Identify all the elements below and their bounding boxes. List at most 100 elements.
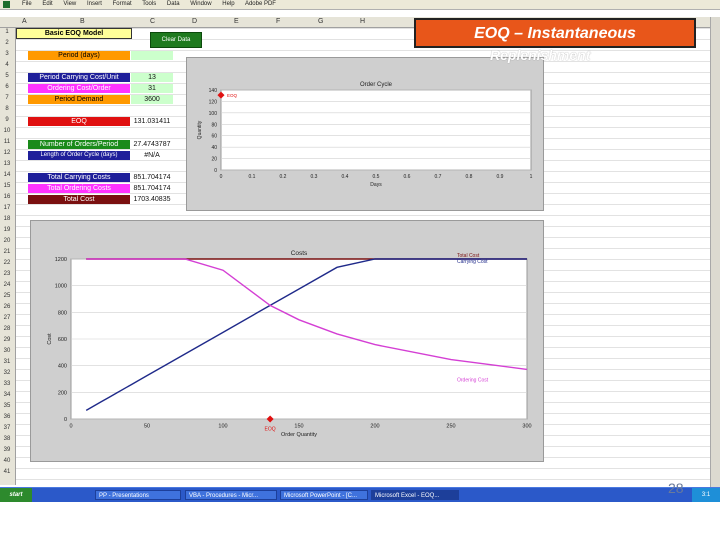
costs-chart: 0 200 400 600 800 1000 1200 0 50 100 150 200 250 300 C… [47, 250, 532, 438]
row-header[interactable]: 24 [0, 282, 14, 288]
row-header[interactable]: 15 [0, 183, 14, 189]
row-header[interactable]: 17 [0, 205, 14, 211]
row-header[interactable]: 34 [0, 392, 14, 398]
menu-insert[interactable]: Insert [87, 1, 102, 7]
x-tick-label: 100 [218, 424, 227, 430]
x-tick-label: 0 [220, 174, 223, 180]
row-header[interactable]: 21 [0, 249, 14, 255]
row-header[interactable]: 5 [0, 73, 14, 79]
row-header[interactable]: 22 [0, 260, 14, 266]
row-header[interactable]: 12 [0, 150, 14, 156]
row-header[interactable]: 39 [0, 447, 14, 453]
row-header[interactable]: 10 [0, 128, 14, 134]
y-tick-label: 80 [211, 122, 217, 128]
carrying-label: Period Carrying Cost/Unit [28, 73, 130, 82]
x-tick-label: 0.5 [373, 174, 380, 180]
order-cycle-chart-panel[interactable]: 0 20 40 60 80 100 120 140 0 0.1 0.2 0.3 0.4 0.5 0.6 0.7… [186, 57, 544, 211]
period-value[interactable] [131, 51, 173, 60]
row-header[interactable]: 9 [0, 117, 14, 123]
row-header[interactable]: 38 [0, 436, 14, 442]
menu-view[interactable]: View [63, 1, 76, 7]
column-header-a[interactable]: A [22, 18, 27, 25]
column-header-c[interactable]: C [150, 18, 155, 25]
row-header[interactable]: 16 [0, 194, 14, 200]
x-tick-label: 0.6 [404, 174, 411, 180]
row-header[interactable]: 41 [0, 469, 14, 475]
row-header[interactable]: 30 [0, 348, 14, 354]
row-header[interactable]: 2 [0, 40, 14, 46]
row-header[interactable]: 32 [0, 370, 14, 376]
column-header-b[interactable]: B [80, 18, 85, 25]
row-header[interactable]: 3 [0, 51, 14, 57]
menu-help[interactable]: Help [222, 1, 234, 7]
slide-number: 28 [668, 480, 684, 496]
order-cycle-chart: 0 20 40 60 80 100 120 140 0 0.1 0.2 0.3 0.4 0.5 0.6 0.7… [197, 82, 533, 188]
demand-value[interactable]: 3600 [131, 95, 173, 104]
taskbar-item-vba[interactable]: VBA - Procedures - Micr... [185, 490, 277, 500]
chart-title: Order Cycle [360, 82, 393, 88]
menu-tools[interactable]: Tools [142, 1, 156, 7]
ordering-value[interactable]: 31 [131, 84, 173, 93]
row-header[interactable]: 35 [0, 403, 14, 409]
row-header[interactable]: 26 [0, 304, 14, 310]
menu-format[interactable]: Format [113, 1, 132, 7]
eoq-label: EOQ [265, 427, 276, 433]
model-title: Basic EOQ Model [16, 28, 132, 39]
x-axis-label: Days [370, 182, 382, 188]
row-header[interactable]: 7 [0, 95, 14, 101]
eoq-label: EOQ [28, 117, 130, 126]
taskbar-item-presentations[interactable]: PP - Presentations [95, 490, 181, 500]
menu-data[interactable]: Data [167, 1, 180, 7]
row-header[interactable]: 19 [0, 227, 14, 233]
costs-chart-panel[interactable]: 0 200 400 600 800 1000 1200 0 50 100 150 200 250 300 C… [30, 220, 544, 462]
carrying-value[interactable]: 13 [131, 73, 173, 82]
carrying-costs-value: 851.704174 [131, 173, 173, 182]
slide-title: EOQ – Instantaneous [474, 25, 636, 42]
row-header[interactable]: 18 [0, 216, 14, 222]
column-header-e[interactable]: E [234, 18, 239, 25]
row-header[interactable]: 1 [0, 29, 14, 35]
row-header[interactable]: 31 [0, 359, 14, 365]
row-header[interactable]: 36 [0, 414, 14, 420]
row-header[interactable]: 27 [0, 315, 14, 321]
row-header[interactable]: 23 [0, 271, 14, 277]
row-header[interactable]: 6 [0, 84, 14, 90]
taskbar-item-excel[interactable]: Microsoft Excel - EOQ... [371, 490, 459, 500]
row-header[interactable]: 8 [0, 106, 14, 112]
menu-file[interactable]: File [22, 1, 32, 7]
start-button[interactable]: start [0, 488, 32, 502]
menu-adobe-pdf[interactable]: Adobe PDF [245, 1, 276, 7]
y-tick-label: 1000 [55, 284, 67, 290]
y-tick-label: 0 [214, 168, 217, 174]
row-header[interactable]: 28 [0, 326, 14, 332]
row-header[interactable]: 25 [0, 293, 14, 299]
clear-data-button[interactable]: Clear Data [150, 32, 202, 48]
menu-window[interactable]: Window [190, 1, 211, 7]
row-header[interactable]: 40 [0, 458, 14, 464]
row-header[interactable]: 11 [0, 139, 14, 145]
y-tick-label: 40 [211, 145, 217, 151]
column-header-d[interactable]: D [192, 18, 197, 25]
column-header-f[interactable]: F [276, 18, 280, 25]
carrying-costs-label: Total Carrying Costs [28, 173, 130, 182]
excel-app-icon[interactable] [3, 1, 10, 8]
y-tick-label: 20 [211, 157, 217, 163]
row-header[interactable]: 33 [0, 381, 14, 387]
y-tick-label: 800 [58, 310, 67, 316]
y-tick-label: 600 [58, 337, 67, 343]
row-header[interactable]: 13 [0, 161, 14, 167]
vertical-scrollbar[interactable] [710, 17, 720, 487]
row-header[interactable]: 29 [0, 337, 14, 343]
row-header[interactable]: 4 [0, 62, 14, 68]
column-header-g[interactable]: G [318, 18, 323, 25]
row-header[interactable]: 37 [0, 425, 14, 431]
taskbar-item-powerpoint[interactable]: Microsoft PowerPoint - [C... [280, 490, 368, 500]
row-header[interactable]: 14 [0, 172, 14, 178]
ordering-costs-value: 851.704174 [131, 184, 173, 193]
taskbar: start PP - Presentations VBA - Procedure… [0, 487, 720, 502]
row-header[interactable]: 20 [0, 238, 14, 244]
slide-title-overflow: Replenishment [490, 47, 591, 63]
ordering-label: Ordering Cost/Order [28, 84, 130, 93]
menu-edit[interactable]: Edit [42, 1, 52, 7]
column-header-h[interactable]: H [360, 18, 365, 25]
